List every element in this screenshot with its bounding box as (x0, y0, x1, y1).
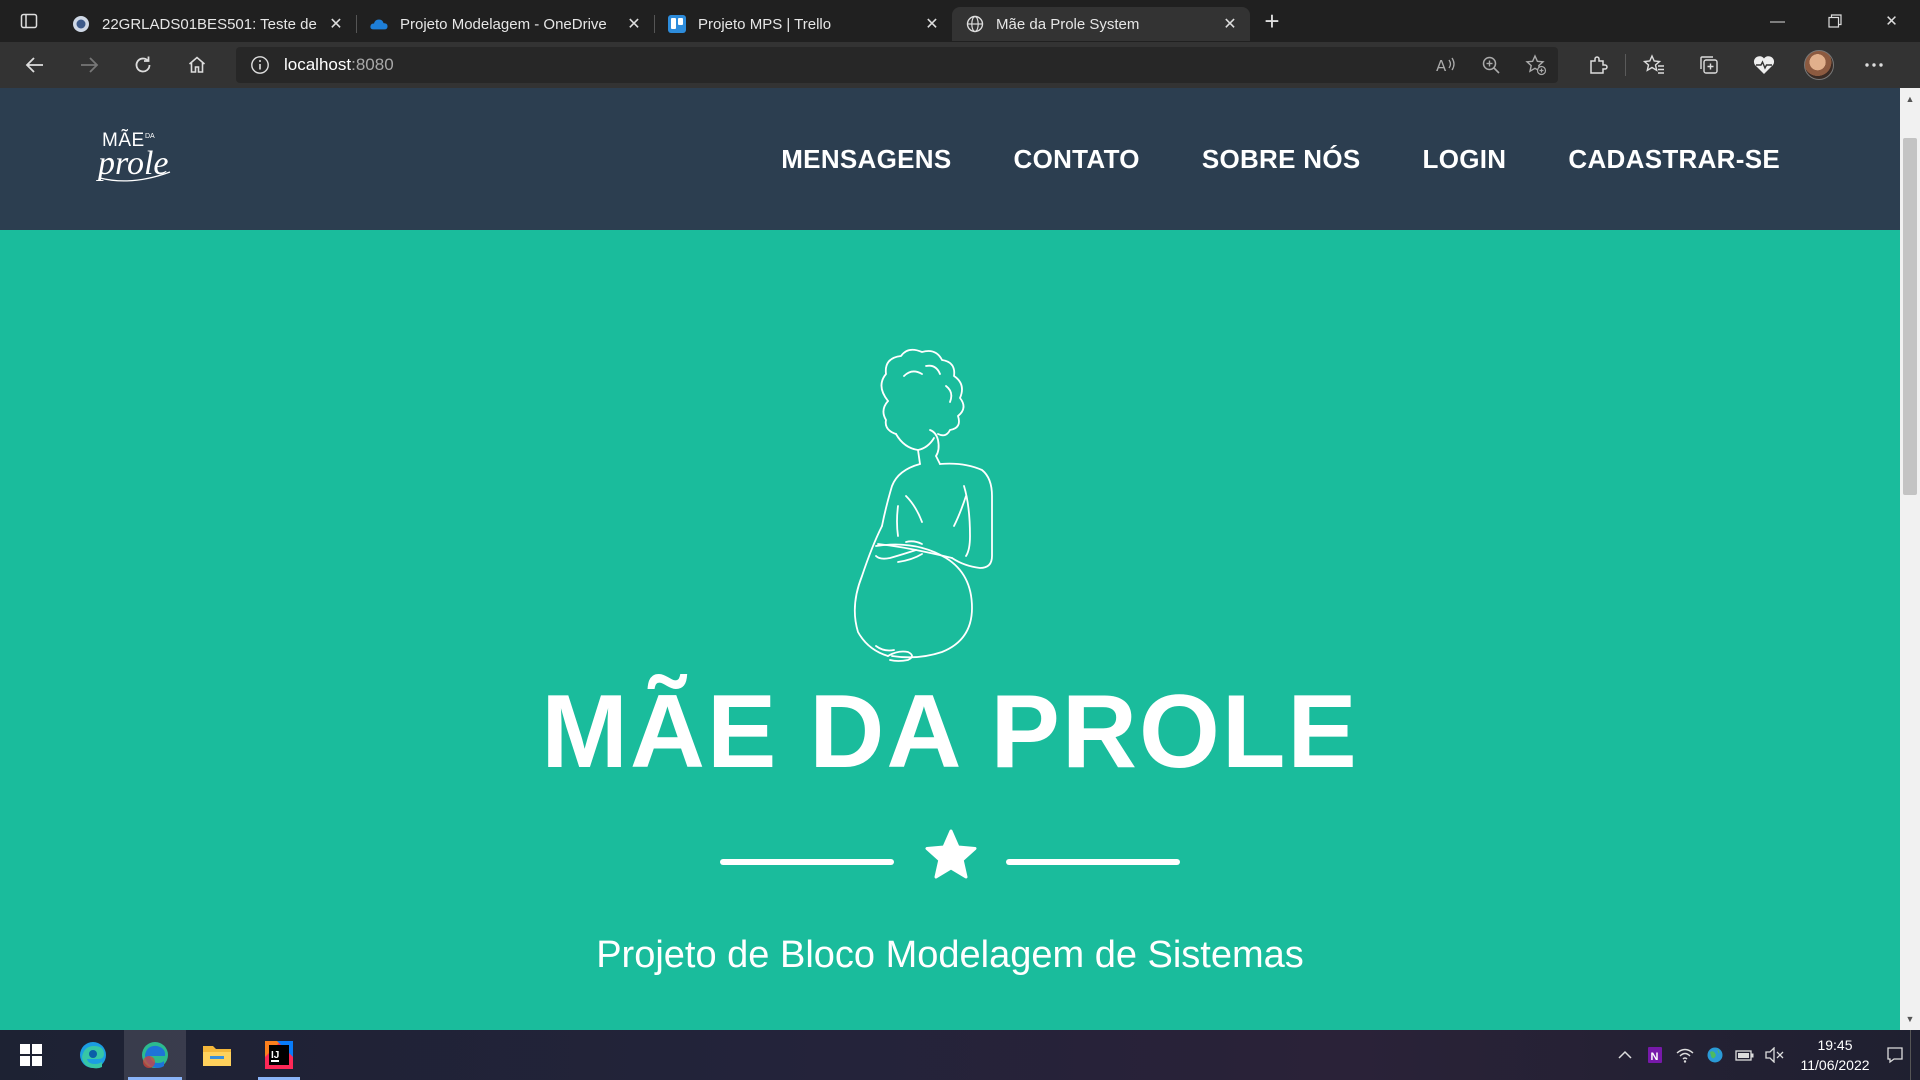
refresh-button[interactable] (116, 42, 170, 88)
collections-icon[interactable] (1681, 42, 1736, 88)
extensions-icon[interactable] (1570, 42, 1625, 88)
wifi-icon[interactable] (1670, 1030, 1700, 1080)
show-hidden-icons-icon[interactable] (1610, 1030, 1640, 1080)
page-scrollbar[interactable]: ▲ ▼ (1900, 88, 1920, 1030)
zoom-icon[interactable] (1468, 47, 1513, 83)
site-info-icon[interactable] (236, 55, 284, 75)
browser-toolbar: localhost:8080 A (0, 42, 1920, 88)
tab-title: Mãe da Prole System (996, 15, 1140, 33)
windows-taskbar: IJ N 19:45 11/06/2022 (0, 1030, 1920, 1080)
profile-button[interactable] (1791, 42, 1846, 88)
tab-actions-button[interactable] (0, 0, 58, 42)
start-button[interactable] (0, 1030, 62, 1080)
nav-link-mensagens[interactable]: MENSAGENS (781, 144, 951, 175)
forward-arrow-icon (81, 57, 99, 73)
close-tab-icon[interactable]: ✕ (922, 14, 942, 34)
scrollbar-thumb[interactable] (1903, 138, 1917, 495)
scroll-down-icon[interactable]: ▼ (1900, 1010, 1920, 1028)
minimize-icon[interactable]: — (1749, 0, 1806, 42)
edge-icon (80, 1042, 106, 1069)
tab-actions-icon (20, 13, 38, 29)
volume-muted-icon[interactable] (1760, 1030, 1790, 1080)
close-tab-icon[interactable]: ✕ (326, 14, 346, 34)
mae-da-prole-logo-icon: MÃE DA prole (96, 129, 171, 182)
taskbar-edge[interactable] (62, 1030, 124, 1080)
divider-line-right (1006, 859, 1180, 865)
globe-tray-icon[interactable] (1700, 1030, 1730, 1080)
show-desktop-button[interactable] (1910, 1030, 1920, 1080)
home-button[interactable] (170, 42, 224, 88)
page-viewport: MÃE DA prole MENSAGENS CONTATO SOBRE NÓS… (0, 88, 1900, 1030)
close-tab-icon[interactable]: ✕ (624, 14, 644, 34)
pregnant-woman-illustration (853, 348, 993, 662)
svg-text:DA: DA (145, 133, 155, 140)
onedrive-icon (370, 15, 388, 33)
browser-essentials-icon[interactable] (1736, 42, 1791, 88)
star-icon (925, 829, 977, 879)
clock-time: 19:45 (1817, 1037, 1853, 1053)
back-arrow-icon (25, 57, 43, 73)
infnet-icon (72, 15, 90, 33)
new-tab-button[interactable]: + (1250, 0, 1294, 42)
avatar (1803, 50, 1834, 80)
favorites-icon[interactable] (1626, 42, 1681, 88)
divider-line-left (720, 859, 894, 865)
onenote-icon[interactable]: N (1640, 1030, 1670, 1080)
svg-text:N: N (1651, 1051, 1659, 1063)
add-favorite-icon[interactable] (1513, 47, 1558, 83)
address-bar[interactable]: localhost:8080 A (236, 47, 1558, 83)
browser-tab[interactable]: Projeto MPS | Trello ✕ (654, 7, 952, 41)
tab-title: 22GRLADS01BES501: Teste de Pe (102, 15, 318, 33)
browser-tab[interactable]: 22GRLADS01BES501: Teste de Pe ✕ (58, 7, 356, 41)
refresh-icon (135, 56, 151, 73)
tab-title: Projeto MPS | Trello (698, 15, 832, 33)
url-host: localhost (284, 55, 352, 74)
globe-icon (966, 15, 984, 33)
svg-text:IJ: IJ (271, 1050, 279, 1061)
browser-tab-active[interactable]: Mãe da Prole System ✕ (952, 7, 1250, 41)
star-divider (720, 828, 1180, 888)
notifications-icon[interactable] (1880, 1030, 1910, 1080)
nav-link-sobre-nos[interactable]: SOBRE NÓS (1202, 144, 1361, 175)
battery-icon[interactable] (1730, 1030, 1760, 1080)
back-button[interactable] (8, 42, 62, 88)
window-controls: — ✕ (1749, 0, 1920, 42)
taskbar-clock[interactable]: 19:45 11/06/2022 (1790, 1035, 1880, 1075)
nav-link-contato[interactable]: CONTATO (1014, 144, 1140, 175)
browser-tab-bar: 22GRLADS01BES501: Teste de Pe ✕ Projeto … (0, 0, 1920, 42)
tab-title: Projeto Modelagem - OneDrive (400, 15, 607, 33)
folder-icon (203, 1046, 231, 1066)
clock-date: 11/06/2022 (1800, 1057, 1870, 1073)
forward-button[interactable] (62, 42, 116, 88)
site-navbar: MÃE DA prole MENSAGENS CONTATO SOBRE NÓS… (0, 88, 1900, 230)
restore-icon[interactable] (1806, 0, 1863, 42)
hero-subtitle: Projeto de Bloco Modelagem de Sistemas (596, 934, 1304, 976)
taskbar-file-explorer[interactable] (186, 1030, 248, 1080)
settings-menu-icon[interactable] (1846, 42, 1901, 88)
intellij-icon: IJ (265, 1041, 293, 1069)
close-tab-icon[interactable]: ✕ (1220, 14, 1240, 34)
browser-tab[interactable]: Projeto Modelagem - OneDrive ✕ (356, 7, 654, 41)
main-navigation: MENSAGENS CONTATO SOBRE NÓS LOGIN CADAST… (781, 88, 1780, 230)
url-text[interactable]: localhost:8080 (284, 55, 394, 75)
nav-link-cadastrar-se[interactable]: CADASTRAR-SE (1568, 144, 1780, 175)
svg-text:A: A (1436, 57, 1447, 75)
scroll-up-icon[interactable]: ▲ (1900, 90, 1920, 108)
site-logo[interactable]: MÃE DA prole (92, 124, 182, 188)
close-window-icon[interactable]: ✕ (1863, 0, 1920, 42)
hero-title: MÃE DA PROLE (541, 674, 1359, 790)
read-aloud-icon[interactable]: A (1423, 47, 1468, 83)
trello-icon (668, 15, 686, 33)
home-icon (188, 56, 206, 73)
nav-link-login[interactable]: LOGIN (1423, 144, 1507, 175)
taskbar-edge-dev[interactable] (124, 1030, 186, 1080)
url-port: :8080 (351, 55, 394, 74)
system-tray: N 19:45 11/06/2022 (1610, 1030, 1920, 1080)
windows-logo-icon (20, 1044, 42, 1066)
edge-dev-icon (142, 1042, 168, 1068)
taskbar-intellij[interactable]: IJ (248, 1030, 310, 1080)
